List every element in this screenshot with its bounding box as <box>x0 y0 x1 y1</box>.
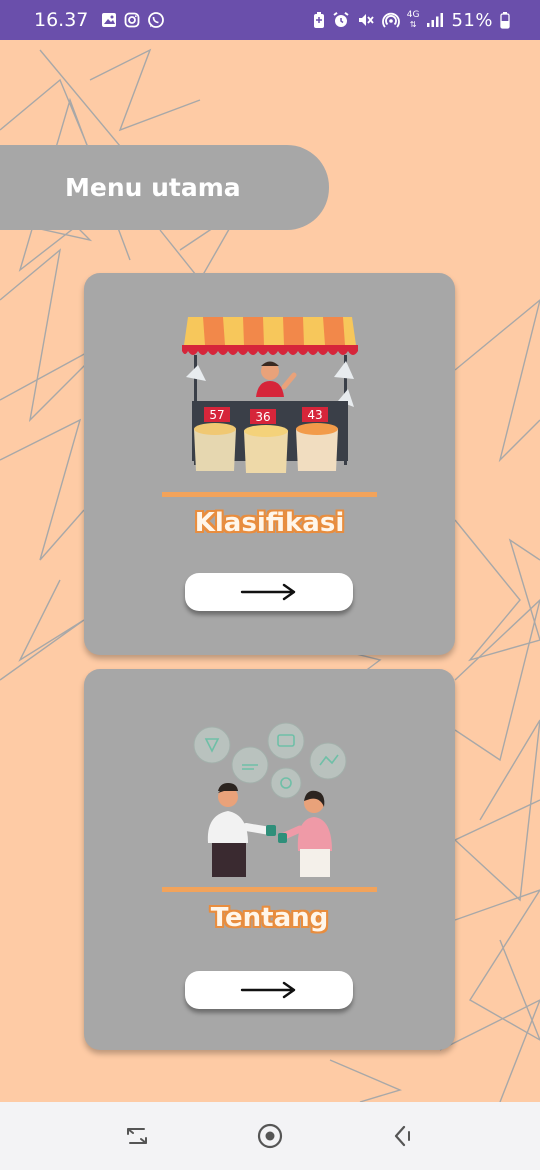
battery-percent: 51% <box>451 9 493 31</box>
whatsapp-icon <box>147 11 165 29</box>
home-button[interactable] <box>240 1106 300 1166</box>
status-right: 4G ⇅ 51% <box>313 10 510 31</box>
status-time: 16.37 <box>34 9 89 31</box>
header-pill: Menu utama <box>0 145 329 230</box>
price-tag-1: 57 <box>209 408 224 422</box>
recent-apps-icon <box>126 1128 147 1144</box>
status-left: 16.37 <box>34 9 165 31</box>
arrow-right-icon <box>240 583 296 601</box>
signal-icon <box>426 12 444 28</box>
people-talking-illustration <box>193 722 346 877</box>
hotspot-icon <box>381 11 400 29</box>
battery-saver-icon <box>313 11 325 29</box>
tentang-button[interactable] <box>185 971 353 1009</box>
price-tag-3: 43 <box>307 408 322 422</box>
card-label-tentang: Tentang <box>210 903 329 933</box>
back-icon <box>395 1125 411 1147</box>
instagram-icon <box>124 12 140 28</box>
alarm-icon <box>332 11 350 29</box>
navigation-bar <box>0 1102 540 1170</box>
price-tag-2: 36 <box>255 410 270 424</box>
market-stall-illustration: 57 36 43 <box>181 317 358 473</box>
klasifikasi-button[interactable] <box>185 573 353 611</box>
card-divider <box>162 492 377 497</box>
gallery-icon <box>101 12 117 28</box>
data-arrows-icon: ⇅ <box>409 20 417 29</box>
card-divider <box>162 887 377 892</box>
network-label: 4G <box>406 10 420 20</box>
status-bar: 16.37 4G ⇅ 51% <box>0 0 540 40</box>
card-label-klasifikasi: Klasifikasi <box>194 508 345 538</box>
network-type: 4G ⇅ <box>406 10 420 30</box>
home-icon <box>257 1123 283 1149</box>
card-klasifikasi: 57 36 43 Klasifikasi <box>84 273 455 655</box>
battery-icon <box>500 11 510 29</box>
recent-apps-button[interactable] <box>107 1106 167 1166</box>
card-tentang: Tentang <box>84 669 455 1050</box>
back-button[interactable] <box>373 1106 433 1166</box>
page-title: Menu utama <box>65 173 241 202</box>
mute-icon <box>357 11 375 29</box>
arrow-right-icon <box>240 981 296 999</box>
